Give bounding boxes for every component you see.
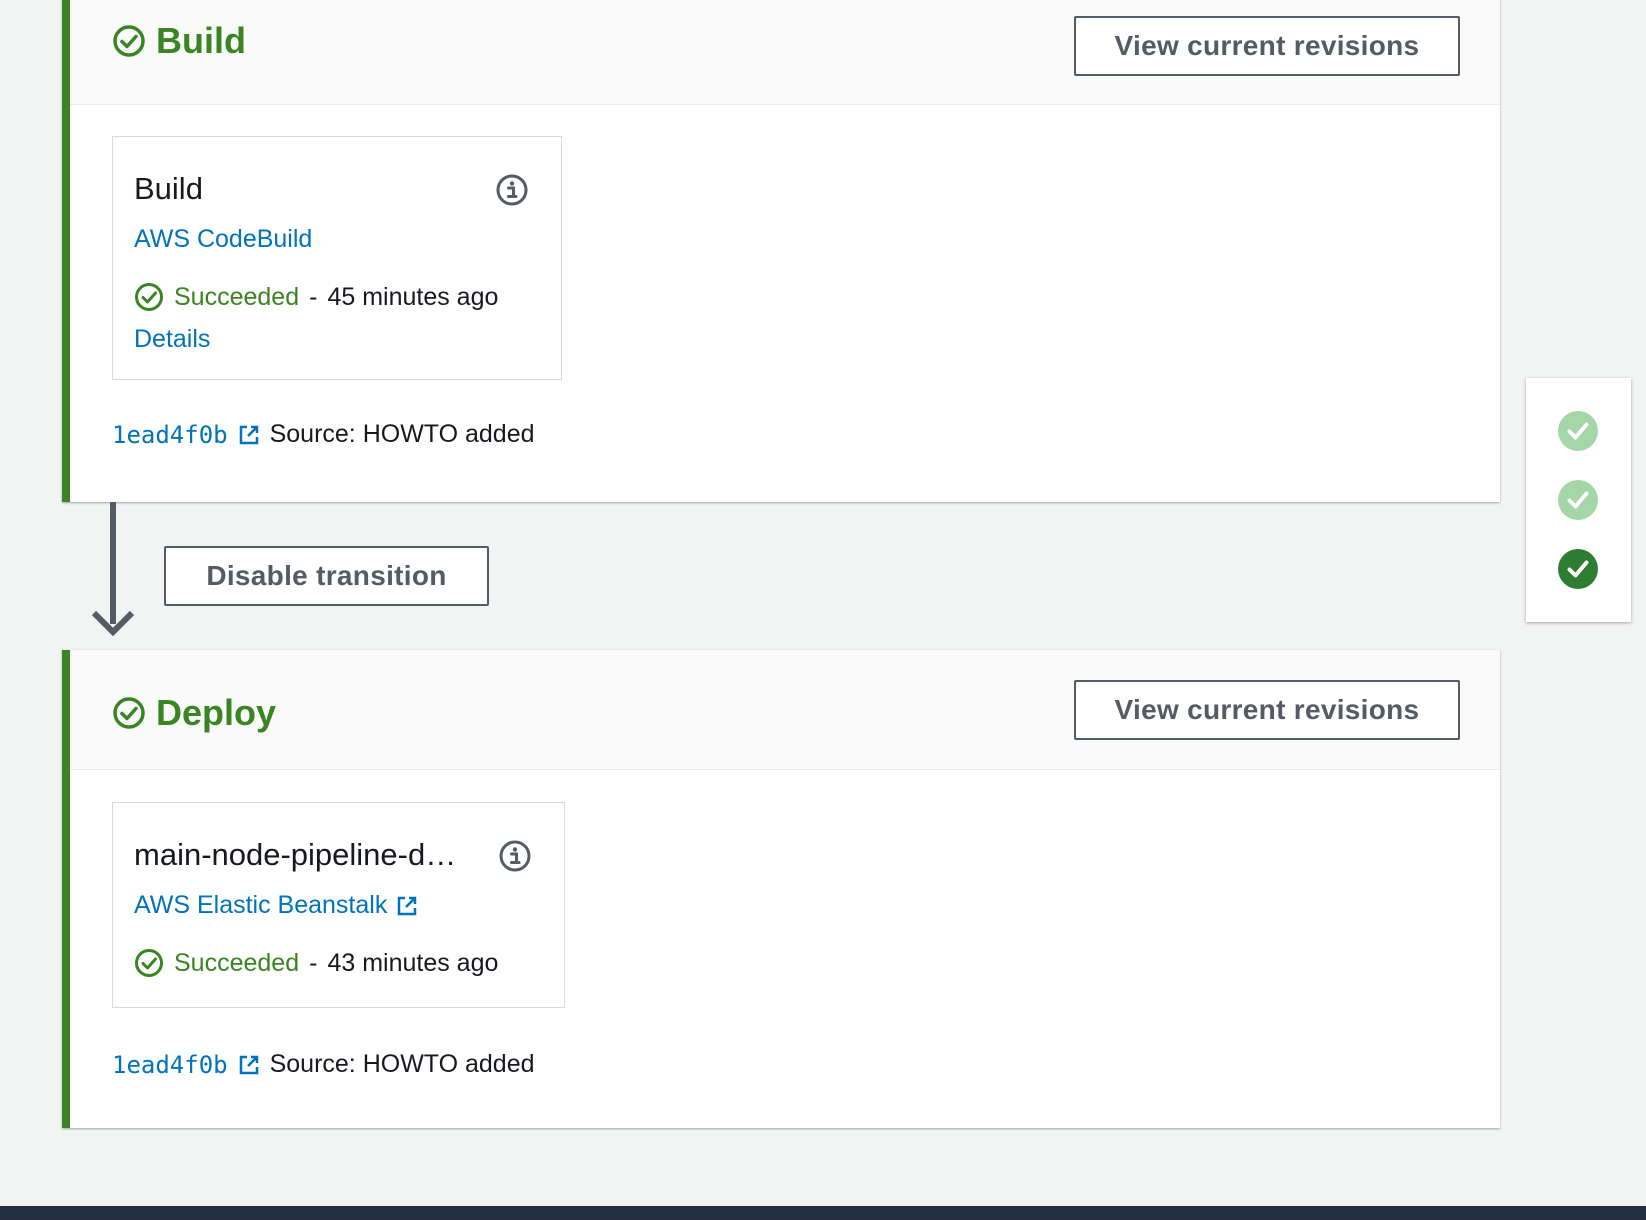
status-time: 45 minutes ago [327, 282, 499, 311]
action-name: main-node-pipeline-d… [134, 837, 457, 872]
revision-summary: Source: HOWTO added [269, 420, 535, 448]
check-circle-icon [135, 949, 163, 977]
revision-row: 1ead4f0b Source: HOWTO added [112, 1050, 535, 1079]
view-current-revisions-button[interactable]: View current revisions [1074, 680, 1460, 740]
stage-title: Deploy [112, 692, 276, 734]
stage-build: Build View current revisions Build AWS C… [62, 0, 1500, 502]
info-icon[interactable] [498, 839, 532, 873]
action-card-build: Build AWS CodeBuild Succeeded - 45 minut… [112, 136, 562, 380]
check-icon[interactable] [1557, 410, 1599, 452]
status-separator: - [309, 282, 318, 311]
status-time: 43 minutes ago [327, 948, 499, 977]
check-circle-icon [135, 283, 163, 311]
stage-title-text: Build [156, 20, 246, 61]
action-status-row: Succeeded - 43 minutes ago [134, 948, 498, 978]
pipeline-minimap [1526, 378, 1631, 622]
info-icon[interactable] [495, 173, 529, 207]
external-link-icon[interactable] [238, 1054, 260, 1076]
stage-deploy: Deploy View current revisions main-node-… [62, 650, 1500, 1128]
status-text: Succeeded [174, 948, 300, 977]
provider-label: AWS CodeBuild [134, 225, 313, 253]
check-circle-icon [113, 25, 145, 57]
provider-link[interactable]: AWS CodeBuild [134, 225, 312, 254]
status-separator: - [309, 948, 318, 977]
arrow-down-icon [91, 610, 135, 637]
stage-header: Build View current revisions [70, 0, 1500, 105]
provider-link[interactable]: AWS Elastic Beanstalk [134, 891, 418, 920]
action-card-deploy: main-node-pipeline-d… AWS Elastic Beanst… [112, 802, 565, 1008]
disable-transition-button[interactable]: Disable transition [164, 546, 489, 606]
status-text: Succeeded [174, 282, 300, 311]
stage-header: Deploy View current revisions [70, 650, 1500, 770]
footer-bar [0, 1206, 1646, 1220]
check-icon[interactable] [1557, 479, 1599, 521]
commit-link[interactable]: 1ead4f0b [112, 421, 228, 449]
provider-label: AWS Elastic Beanstalk [134, 891, 388, 919]
stage-title: Build [112, 20, 246, 62]
action-status-row: Succeeded - 45 minutes ago [134, 282, 498, 312]
stage-title-text: Deploy [156, 692, 277, 733]
external-link-icon[interactable] [238, 424, 260, 446]
revision-summary: Source: HOWTO added [269, 1050, 535, 1078]
commit-link[interactable]: 1ead4f0b [112, 1051, 228, 1079]
view-current-revisions-button[interactable]: View current revisions [1074, 16, 1460, 76]
transition-connector [110, 502, 116, 624]
check-icon[interactable] [1557, 548, 1599, 590]
action-name: Build [134, 171, 203, 206]
external-link-icon [398, 896, 417, 915]
check-circle-icon [113, 697, 145, 729]
details-link[interactable]: Details [134, 325, 210, 354]
revision-row: 1ead4f0b Source: HOWTO added [112, 420, 535, 449]
